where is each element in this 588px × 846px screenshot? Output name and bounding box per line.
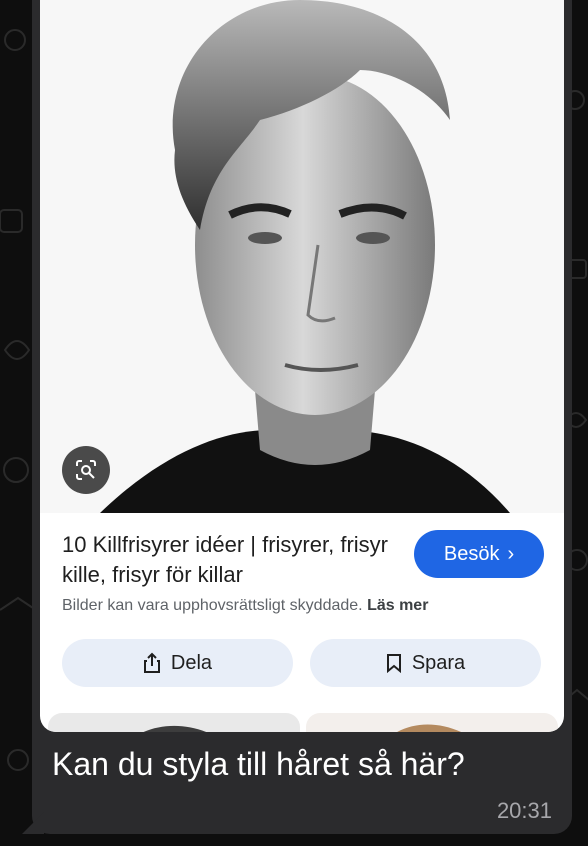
share-icon <box>143 652 160 673</box>
save-button[interactable]: Spara <box>310 639 541 687</box>
chevron-right-icon: › <box>507 542 515 565</box>
thumbnail-photo <box>397 724 462 732</box>
related-image-thumbnail[interactable] <box>306 713 558 732</box>
hairstyle-photo[interactable] <box>40 0 564 513</box>
message-text: Kan du styla till håret så här? <box>52 746 465 782</box>
bookmark-icon <box>386 654 401 673</box>
save-label: Spara <box>411 651 466 674</box>
result-title[interactable]: 10 Killfrisyrer idéer | frisyrer, frisyr… <box>62 530 402 590</box>
share-button[interactable]: Dela <box>62 639 293 687</box>
copyright-notice: Bilder kan vara upphovsrättsligt skyddad… <box>62 597 428 615</box>
google-image-result-card[interactable]: 10 Killfrisyrer idéer | frisyrer, frisyr… <box>40 0 564 732</box>
share-label: Dela <box>170 651 213 674</box>
visit-label: Besök <box>443 542 500 565</box>
copyright-text: Bilder kan vara upphovsrättsligt skyddad… <box>62 597 363 614</box>
related-image-thumbnail[interactable] <box>48 713 300 732</box>
visit-button[interactable]: Besök › <box>414 530 544 578</box>
read-more-link[interactable]: Läs mer <box>367 597 428 614</box>
lens-search-icon <box>76 460 96 480</box>
thumbnail-photo <box>143 725 206 732</box>
message-timestamp: 20:31 <box>496 798 552 823</box>
google-lens-button[interactable] <box>62 446 110 494</box>
